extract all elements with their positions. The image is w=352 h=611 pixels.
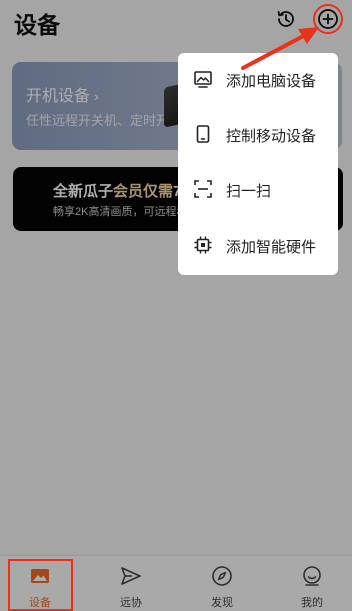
menu-item-add-computer[interactable]: 添加电脑设备 — [178, 53, 338, 107]
phone-icon — [193, 124, 213, 144]
menu-label-add-computer: 添加电脑设备 — [226, 73, 317, 90]
menu-label-control-mobile: 控制移动设备 — [226, 128, 317, 145]
annotation-nav-box — [8, 559, 73, 611]
scan-icon — [193, 179, 213, 199]
menu-label-scan: 扫一扫 — [226, 183, 272, 200]
annotation-circle — [313, 4, 343, 34]
monitor-icon — [193, 69, 213, 89]
menu-item-scan[interactable]: 扫一扫 — [178, 163, 338, 217]
add-menu-popup: 添加电脑设备 控制移动设备 扫一扫 添加智能硬件 — [178, 53, 338, 275]
menu-item-add-smart-hardware[interactable]: 添加智能硬件 — [178, 219, 338, 273]
chip-icon — [193, 235, 213, 255]
menu-label-add-smart-hardware: 添加智能硬件 — [226, 239, 317, 256]
menu-item-control-mobile[interactable]: 控制移动设备 — [178, 108, 338, 162]
